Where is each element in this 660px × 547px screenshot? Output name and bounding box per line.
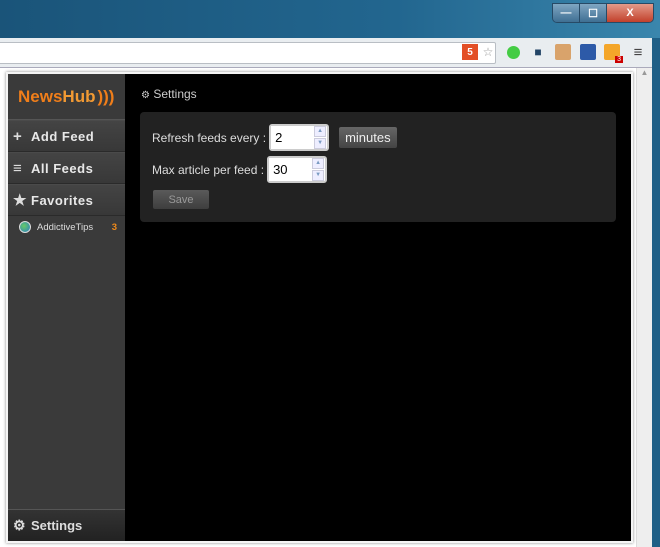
- save-button[interactable]: Save: [152, 189, 210, 210]
- blue-extension-icon[interactable]: [580, 44, 596, 60]
- minimize-button[interactable]: —: [553, 4, 580, 22]
- down-arrow-icon[interactable]: ▼: [314, 137, 327, 149]
- up-arrow-icon[interactable]: ▲: [312, 158, 325, 170]
- gear-icon: ⚙: [141, 90, 150, 101]
- gear-icon: ⚙: [13, 517, 26, 533]
- camera-extension-icon[interactable]: ■: [530, 44, 546, 60]
- scrollbar[interactable]: ▲: [636, 68, 652, 547]
- browser-toolbar: 5 ☆ ■ 3 ≡: [0, 38, 652, 68]
- sidebar: News Hub))) + Add Feed ≡ All Feeds ★ Favorit…: [8, 74, 125, 541]
- settings-pane: ⚙ Settings Refresh feeds every : ▲▼ minu…: [125, 74, 631, 541]
- window-controls: — ☐ X: [552, 3, 654, 23]
- refresh-input[interactable]: [271, 126, 314, 149]
- down-arrow-icon[interactable]: ▼: [312, 169, 325, 181]
- green-extension-icon[interactable]: [505, 44, 521, 60]
- title-bar: — ☐ X: [0, 0, 660, 38]
- unread-badge: 3: [615, 56, 623, 63]
- feed-item[interactable]: AddictiveTips 3: [8, 216, 125, 238]
- newshub-popup: News Hub))) + Add Feed ≡ All Feeds ★ Favorit…: [6, 72, 633, 543]
- window-border: [652, 38, 660, 547]
- page-title: ⚙ Settings: [141, 87, 197, 101]
- close-button[interactable]: X: [607, 4, 653, 22]
- globe-icon: [19, 221, 31, 233]
- html5-icon[interactable]: 5: [462, 44, 478, 60]
- menu-icon[interactable]: ≡: [630, 44, 646, 61]
- bookmark-star-icon[interactable]: ☆: [480, 44, 496, 60]
- nav-favorites[interactable]: ★ Favorites: [8, 184, 125, 216]
- rss-icon: ))): [97, 86, 115, 106]
- list-icon: ≡: [13, 159, 23, 177]
- max-article-input[interactable]: [269, 158, 312, 181]
- nav-all-feeds[interactable]: ≡ All Feeds: [8, 152, 125, 184]
- max-article-stepper[interactable]: ▲▼: [267, 156, 328, 183]
- refresh-stepper[interactable]: ▲▼: [269, 124, 330, 151]
- settings-panel: Refresh feeds every : ▲▼ minutes Max art…: [140, 112, 616, 222]
- outlet-extension-icon[interactable]: [555, 44, 571, 60]
- star-icon: ★: [13, 192, 27, 209]
- address-bar[interactable]: [0, 42, 496, 64]
- plus-icon: +: [13, 127, 23, 145]
- max-article-label: Max article per feed :: [152, 162, 265, 177]
- maximize-button[interactable]: ☐: [580, 4, 607, 22]
- unit-button[interactable]: minutes: [338, 126, 398, 149]
- refresh-label: Refresh feeds every :: [152, 130, 267, 145]
- unread-count: 3: [111, 221, 117, 233]
- nav-settings[interactable]: ⚙ Settings: [8, 509, 125, 541]
- nav-add-feed[interactable]: + Add Feed: [8, 120, 125, 152]
- rss-extension-icon[interactable]: 3: [604, 44, 623, 63]
- up-arrow-icon[interactable]: ▲: [314, 126, 327, 138]
- logo: News Hub))): [8, 74, 125, 120]
